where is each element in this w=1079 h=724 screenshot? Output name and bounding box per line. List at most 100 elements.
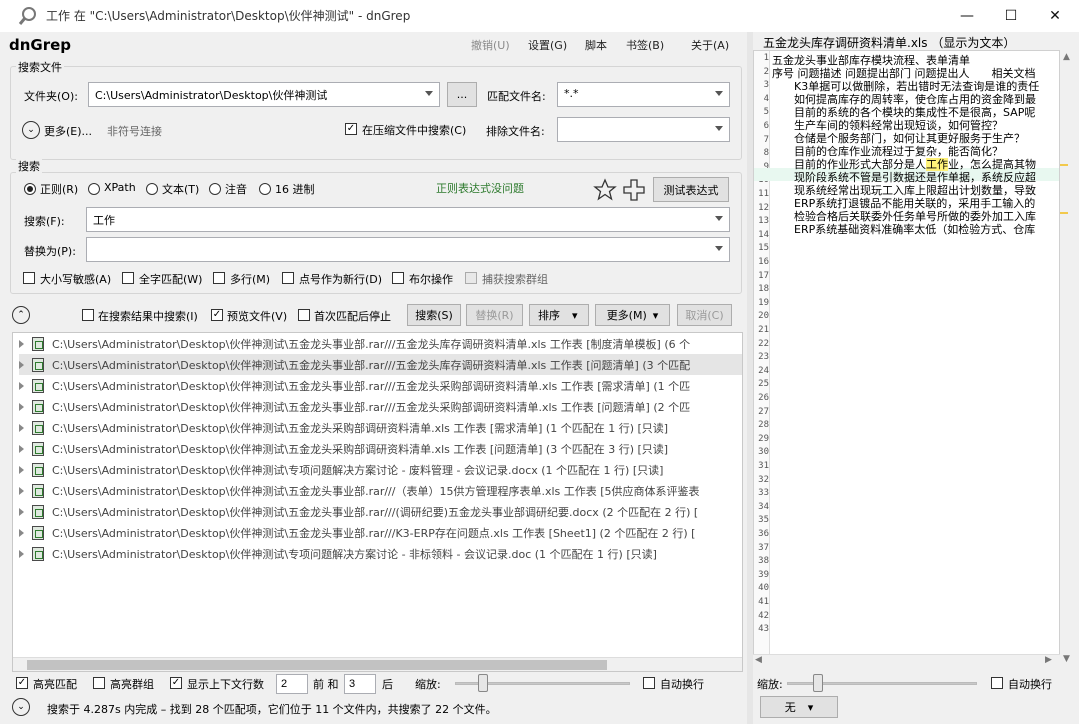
highlight-mode-dropdown[interactable]: 无 ▾ — [760, 696, 838, 718]
exclude-input[interactable] — [557, 117, 730, 142]
search-button[interactable]: 搜索(S) — [407, 304, 461, 326]
result-row[interactable]: C:\Users\Administrator\Desktop\伙伴神测试\五金龙… — [19, 522, 742, 543]
result-path: C:\Users\Administrator\Desktop\伙伴神测试\五金龙… — [52, 400, 691, 414]
result-row[interactable]: C:\Users\Administrator\Desktop\伙伴神测试\五金龙… — [19, 354, 742, 375]
expand-icon — [19, 444, 24, 453]
line-number: 41 — [758, 597, 769, 607]
browse-button[interactable]: ... — [447, 82, 477, 107]
mode-text-label: 文本(T) — [162, 183, 200, 196]
preview-file-checkbox[interactable]: ✓ — [211, 309, 223, 321]
replace-input[interactable] — [86, 237, 730, 262]
capture-groups-checkbox[interactable] — [465, 272, 477, 284]
whole-word-checkbox[interactable] — [122, 272, 134, 284]
line-number: 8 — [763, 148, 769, 159]
dot-newline-checkbox[interactable] — [282, 272, 294, 284]
result-row[interactable]: C:\Users\Administrator\Desktop\伙伴神测试\五金龙… — [19, 480, 742, 501]
line-number: 14 — [758, 229, 769, 240]
cancel-button[interactable]: 取消(C) — [677, 304, 732, 326]
search-in-results-checkbox[interactable] — [82, 309, 94, 321]
line-number: 15 — [758, 243, 769, 254]
scroll-right-icon[interactable]: ▶ — [1045, 655, 1052, 665]
result-row[interactable]: C:\Users\Administrator\Desktop\伙伴神测试\五金龙… — [19, 375, 742, 396]
line-number: 32 — [758, 474, 769, 485]
expand-more-button[interactable]: ⌄ — [22, 121, 40, 139]
chevron-down-icon: ⌄ — [17, 702, 25, 712]
add-bookmark-icon[interactable] — [622, 178, 646, 202]
boolean-checkbox[interactable] — [392, 272, 404, 284]
line-number: 2 — [763, 66, 769, 77]
zoom-label: 缩放: — [415, 678, 441, 691]
line-number: 17 — [758, 270, 769, 281]
preview-vertical-scrollbar[interactable]: ▲ ▼ — [1060, 50, 1074, 668]
search-files-title: 搜索文件 — [16, 59, 64, 75]
pattern-input[interactable]: *.* — [557, 82, 730, 107]
mode-text-radio[interactable] — [146, 183, 158, 195]
test-regex-button[interactable]: 测试表达式 — [653, 177, 729, 202]
stop-first-checkbox[interactable] — [298, 309, 310, 321]
case-sensitive-checkbox[interactable] — [23, 272, 35, 284]
search-input[interactable]: 工作 — [86, 207, 730, 232]
excel-file-icon — [32, 483, 44, 498]
highlight-groups-checkbox[interactable] — [93, 677, 105, 689]
result-row[interactable]: C:\Users\Administrator\Desktop\伙伴神测试\五金龙… — [19, 333, 742, 354]
zoom-slider-thumb[interactable] — [478, 674, 488, 692]
preview-word-wrap-checkbox[interactable] — [991, 677, 1003, 689]
boolean-label: 布尔操作 — [409, 273, 453, 286]
collapse-button[interactable]: ⌃ — [12, 306, 30, 324]
menu-settings[interactable]: 设置(G) — [528, 37, 567, 53]
more-button[interactable]: 更多(M) ▾ — [595, 304, 670, 326]
expand-status-button[interactable]: ⌄ — [12, 698, 30, 716]
word-wrap-checkbox[interactable] — [643, 677, 655, 689]
chevron-down-icon — [715, 126, 723, 131]
search-archives-checkbox[interactable]: ✓ — [345, 123, 357, 135]
mode-phonetic-radio[interactable] — [209, 183, 221, 195]
minimize-button[interactable]: — — [944, 0, 990, 32]
line-number: 34 — [758, 501, 769, 512]
menu-undo[interactable]: 撤销(U) — [471, 37, 510, 53]
pattern-value: *.* — [564, 87, 579, 100]
show-context-checkbox[interactable]: ✓ — [170, 677, 182, 689]
result-row[interactable]: C:\Users\Administrator\Desktop\伙伴神测试\五金龙… — [19, 438, 742, 459]
maximize-button[interactable]: ☐ — [988, 0, 1034, 32]
folder-input[interactable]: C:\Users\Administrator\Desktop\伙伴神测试 — [88, 82, 440, 107]
mode-hex-radio[interactable] — [259, 183, 271, 195]
highlight-matches-checkbox[interactable]: ✓ — [16, 677, 28, 689]
chevron-down-icon — [715, 246, 723, 251]
scroll-down-icon[interactable]: ▼ — [1063, 654, 1070, 664]
result-row[interactable]: C:\Users\Administrator\Desktop\伙伴神测试\五金龙… — [19, 396, 742, 417]
replace-label: 替换为(P): — [24, 245, 76, 258]
expand-icon — [19, 486, 24, 495]
scroll-left-icon[interactable]: ◀ — [755, 655, 762, 665]
exclude-label: 排除文件名: — [486, 125, 545, 138]
line-number: 22 — [758, 338, 769, 349]
result-row[interactable]: C:\Users\Administrator\Desktop\伙伴神测试\专项问… — [19, 543, 742, 564]
context-after-input[interactable] — [344, 674, 376, 694]
preview-zoom-thumb[interactable] — [813, 674, 823, 692]
replace-button[interactable]: 替换(R) — [466, 304, 523, 326]
scrollbar-thumb[interactable] — [27, 660, 607, 670]
menu-script[interactable]: 脚本 — [585, 37, 607, 53]
more-options-link[interactable]: 更多(E)... — [44, 123, 92, 139]
close-button[interactable]: ✕ — [1032, 0, 1078, 32]
app-name: dnGrep — [9, 36, 72, 54]
line-number: 36 — [758, 529, 769, 539]
result-row[interactable]: C:\Users\Administrator\Desktop\伙伴神测试\专项问… — [19, 459, 742, 480]
context-before-input[interactable] — [276, 674, 308, 694]
menu-about[interactable]: 关于(A) — [691, 37, 729, 53]
result-row[interactable]: C:\Users\Administrator\Desktop\伙伴神测试\五金龙… — [19, 501, 742, 522]
excel-file-icon — [32, 336, 44, 351]
result-row[interactable]: C:\Users\Administrator\Desktop\伙伴神测试\五金龙… — [19, 417, 742, 438]
preview-text-area[interactable]: 1234567891011121314151617181920212223242… — [753, 50, 1060, 668]
preview-title: 五金龙头库存调研资料清单.xls （显示为文本） — [763, 36, 1016, 50]
mode-regex-radio[interactable] — [24, 183, 36, 195]
bookmark-star-icon[interactable] — [593, 178, 617, 202]
results-horizontal-scrollbar[interactable] — [13, 657, 742, 671]
multiline-checkbox[interactable] — [213, 272, 225, 284]
menu-bookmarks[interactable]: 书签(B) — [626, 37, 664, 53]
sort-button[interactable]: 排序 ▾ — [529, 304, 589, 326]
preview-horizontal-scrollbar[interactable]: ◀ ▶ — [753, 654, 1060, 668]
word-wrap-label: 自动换行 — [660, 678, 704, 691]
expand-icon — [19, 549, 24, 558]
mode-xpath-radio[interactable] — [88, 183, 100, 195]
scroll-up-icon[interactable]: ▲ — [1063, 52, 1070, 62]
